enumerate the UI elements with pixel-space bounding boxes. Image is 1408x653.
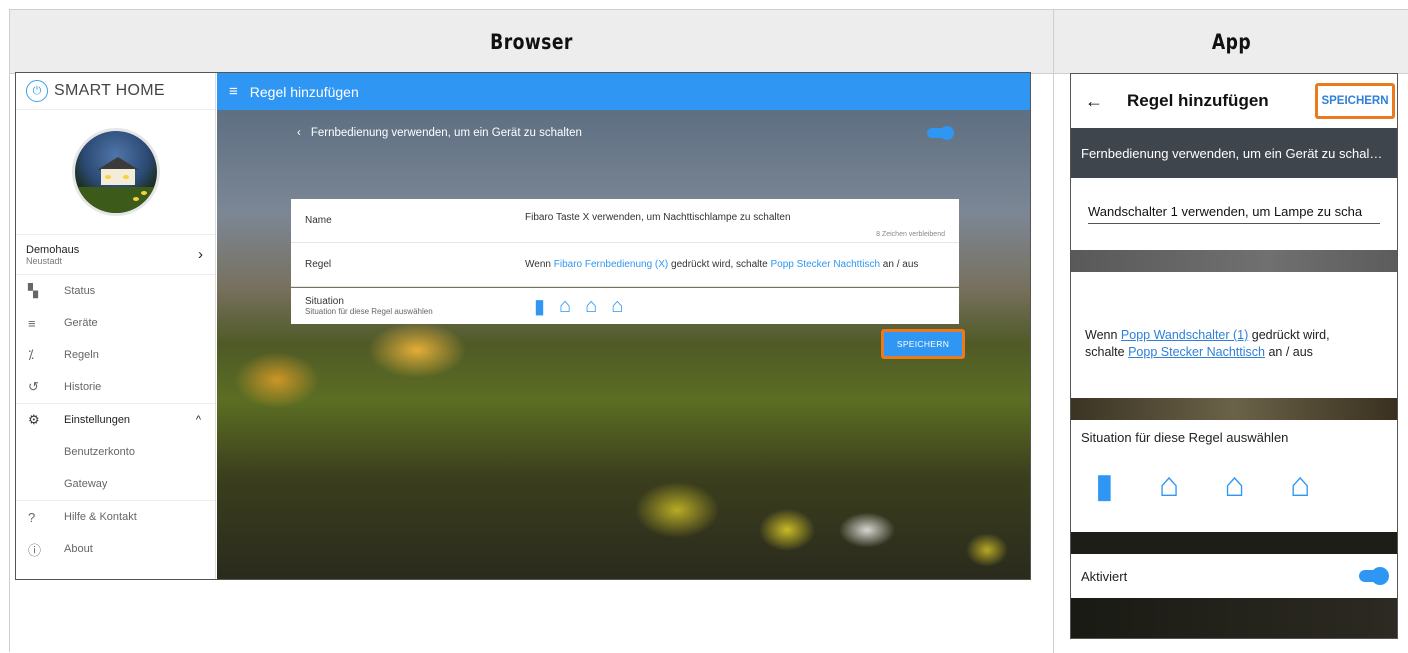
active-toggle[interactable] [927,126,954,140]
sidebar-item-label: Regeln [64,349,99,361]
sidebar-item-label: Hilfe & Kontakt [64,511,137,523]
save-button-label: SPEICHERN [896,339,950,349]
suitcase-icon[interactable]: ▮ [1095,466,1114,506]
help-icon: ? [28,509,36,525]
column-divider [1053,10,1054,653]
rule-label: Regel [305,259,332,270]
sidebar-item-label: Status [64,285,96,297]
sidebar-item-hilfe[interactable]: ? Hilfe & Kontakt [16,501,215,533]
rule-header-title: Fernbedienung verwenden, um ein Gerät zu… [310,127,582,139]
back-icon[interactable]: ‹ [297,127,301,139]
home-avatar [71,128,160,216]
situation-sublabel: Situation für diese Regel auswählen [305,307,433,316]
sidebar-item-regeln[interactable]: ⁒ Regeln [16,339,215,371]
app-rule-line1: Wenn Popp Wandschalter (1) gedrückt wird… [1085,328,1330,342]
chevron-up-icon: ^ [195,414,201,426]
app-situation-section: Situation für diese Regel auswählen ▮ ⌂ … [1071,420,1397,532]
history-icon: ↺ [28,379,39,394]
sidebar-item-label: Geräte [64,317,98,329]
name-label: Name [305,215,332,226]
situation-label: Situation [305,296,344,307]
rule-text: Wenn Fibaro Fernbedienung (X) gedrückt w… [525,259,919,270]
page-title: Regel hinzufügen [249,83,359,100]
lock-home-icon[interactable]: ⌂ [611,295,623,318]
app-activated-label: Aktiviert [1081,568,1128,584]
sidebar: ⏻ SMART HOME Demohaus Neustadt › ▚ Statu… [16,73,216,579]
main-content: ≡ Regel hinzufügen ‹ Fernbedienung verwe… [217,73,1030,579]
person-home-icon[interactable]: ⌂ [1159,466,1180,506]
situation-row: Situation Situation für diese Regel ausw… [291,288,959,324]
dashboard-icon: ▚ [28,283,38,298]
top-app-bar: ≡ Regel hinzufügen [217,73,1030,110]
name-hint: 8 Zeichen verbleibend [876,231,945,238]
table-header-row: Browser App [10,10,1408,74]
chevron-right-icon: › [198,246,203,263]
app-save-button[interactable]: SPEICHERN [1315,83,1395,119]
rule-target-link[interactable]: Popp Stecker Nachttisch [771,259,881,270]
lock-home-icon[interactable]: ⌂ [1290,466,1311,506]
rule-header: ‹ Fernbedienung verwenden, um ein Gerät … [291,122,959,144]
home-name: Demohaus [26,243,80,256]
name-input[interactable]: Fibaro Taste X verwenden, um Nachttischl… [525,212,791,223]
app-rule-device-link[interactable]: Popp Wandschalter (1) [1121,328,1248,342]
power-icon: ⏻ [26,80,48,102]
menu-icon[interactable]: ≡ [229,83,238,100]
back-arrow-icon[interactable]: ← [1085,91,1103,112]
sidebar-item-historie[interactable]: ↺ Historie [16,371,215,403]
rule-row: Regel Wenn Fibaro Fernbedienung (X) gedr… [291,243,959,287]
info-icon: ⓘ [28,542,42,558]
sidebar-item-label: Historie [64,381,102,393]
app-column-header: App [1211,30,1252,54]
gear-icon: ⚙ [28,412,40,427]
suitcase-icon[interactable]: ▮ [534,294,545,319]
rule-form: Name Fibaro Taste X verwenden, um Nachtt… [291,199,959,287]
situation-panel: Situation Situation für diese Regel ausw… [291,288,959,324]
sidebar-item-label: Einstellungen [64,414,131,426]
home-selector[interactable]: Demohaus Neustadt › [16,235,215,275]
app-name-input[interactable]: Wandschalter 1 verwenden, um Lampe zu sc… [1088,204,1380,224]
sidebar-item-status[interactable]: ▚ Status [16,275,215,307]
app-rule-header: Fernbedienung verwenden, um ein Gerät zu… [1071,128,1397,178]
list-icon: ≡ [28,315,36,331]
app-activated-row: Aktiviert [1071,554,1397,598]
rule-device-link[interactable]: Fibaro Fernbedienung (X) [554,259,669,270]
app-name-section: Wandschalter 1 verwenden, um Lampe zu sc… [1071,178,1397,250]
save-button[interactable]: SPEICHERN [881,329,965,359]
app-situation-label: Situation für diese Regel auswählen [1081,430,1289,445]
name-row: Name Fibaro Taste X verwenden, um Nachtt… [291,199,959,243]
sidebar-item-geraete[interactable]: ≡ Geräte [16,307,215,339]
app-screenshot: ← Regel hinzufügen SPEICHERN Fernbedienu… [1070,73,1398,639]
sidebar-item-about[interactable]: ⓘ About [16,533,215,565]
logo[interactable]: ⏻ SMART HOME [16,73,215,110]
name-field[interactable]: Fibaro Taste X verwenden, um Nachttischl… [525,199,945,242]
home-location: Neustadt [26,255,63,266]
app-top-bar: ← Regel hinzufügen SPEICHERN [1071,74,1397,128]
sidebar-item-label: About [64,543,93,555]
app-rule-target-link[interactable]: Popp Stecker Nachttisch [1128,345,1265,359]
app-activated-toggle[interactable] [1359,567,1389,585]
browser-screenshot: ⏻ SMART HOME Demohaus Neustadt › ▚ Statu… [15,72,1031,580]
person-home-icon[interactable]: ⌂ [559,295,571,318]
sleep-home-icon[interactable]: ⌂ [585,295,597,318]
magic-wand-icon: ⁒ [28,347,34,362]
sleep-home-icon[interactable]: ⌂ [1224,466,1245,506]
app-rule-section: Wenn Popp Wandschalter (1) gedrückt wird… [1071,272,1397,398]
logo-text: SMART HOME [54,82,165,99]
sidebar-item-benutzerkonto[interactable]: Benutzerkonto [16,436,215,468]
app-rule-line2: schalte Popp Stecker Nachttisch an / aus [1085,345,1313,359]
app-title: Regel hinzufügen [1127,91,1269,110]
avatar-area [16,110,215,235]
sidebar-item-einstellungen[interactable]: ⚙ Einstellungen ^ [16,404,215,436]
browser-column-header: Browser [490,30,573,54]
sidebar-item-gateway[interactable]: Gateway [16,468,215,500]
